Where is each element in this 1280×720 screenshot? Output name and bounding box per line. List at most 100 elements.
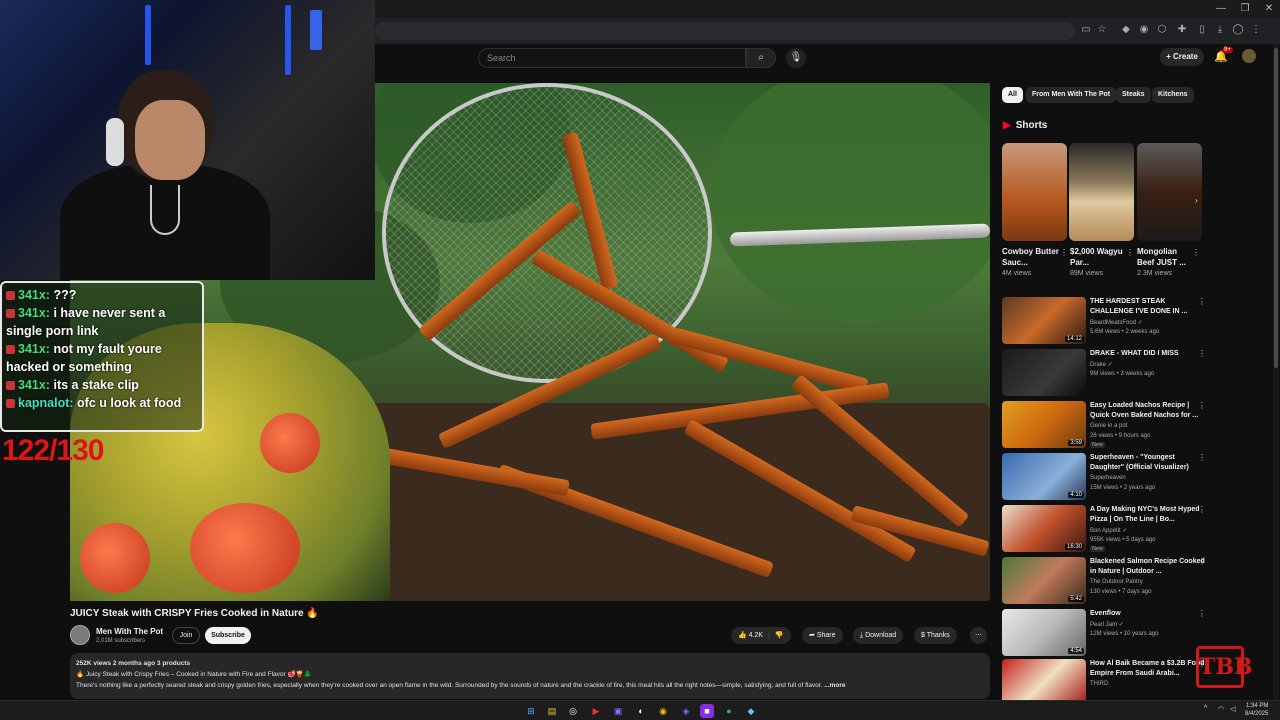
channel-name[interactable]: Bon Appétit ✓ <box>1090 527 1127 534</box>
wifi-icon[interactable]: ◠ <box>1218 705 1224 713</box>
minimize-icon[interactable]: — <box>1214 3 1228 14</box>
recommended-video[interactable]: DRAKE - WHAT DID I MISS Drake ✓ 9M views •… <box>1002 349 1272 397</box>
chip-steaks[interactable]: Steaks <box>1116 87 1151 103</box>
kebab-menu-icon[interactable]: ⋮ <box>1198 453 1206 462</box>
subscribe-button[interactable]: Subscribe <box>205 627 251 644</box>
discord-icon[interactable]: ◈ <box>679 704 693 718</box>
extension-icon[interactable]: ⬡ <box>1156 24 1168 36</box>
video-title[interactable]: A Day Making NYC's Most Hyped Pizza | On… <box>1090 505 1208 524</box>
short-thumbnail[interactable] <box>1002 143 1067 241</box>
kebab-menu-icon[interactable]: ⋮ <box>1198 505 1206 514</box>
kebab-menu-icon[interactable]: ⋮ <box>1198 401 1206 410</box>
search-button[interactable]: ⌕ <box>746 48 776 68</box>
app-icon[interactable]: ◎ <box>566 704 580 718</box>
recommended-video[interactable]: 4:10 Superheaven - "Youngest Daughter" (O… <box>1002 453 1272 501</box>
video-thumbnail[interactable]: 3:59 <box>1002 401 1086 448</box>
video-title[interactable]: Superheaven - "Youngest Daughter" (Offic… <box>1090 453 1208 472</box>
kebab-menu-icon[interactable]: ⋮ <box>1250 24 1262 36</box>
kebab-menu-icon[interactable]: ⋮ <box>1198 557 1206 566</box>
thumbs-down-icon[interactable]: 👎 <box>775 632 784 639</box>
file-explorer-icon[interactable]: ▤ <box>545 704 559 718</box>
more-actions-button[interactable]: ⋯ <box>970 627 987 644</box>
recommended-video[interactable]: 16:30 A Day Making NYC's Most Hyped Pizza… <box>1002 505 1272 553</box>
app-icon[interactable]: ▶ <box>589 704 603 718</box>
app-icon[interactable]: ◐ <box>634 704 648 718</box>
video-title[interactable]: How Al Baik Became a $3.2B Food Empire F… <box>1090 659 1208 678</box>
search-input[interactable]: Search <box>478 48 746 68</box>
channel-name[interactable]: Superheaven <box>1090 475 1126 481</box>
channel-name[interactable]: Men With The Pot <box>96 627 163 636</box>
video-title[interactable]: Evenflow <box>1090 609 1208 619</box>
create-button[interactable]: + Create <box>1160 48 1204 66</box>
share-button[interactable]: ➦ Share <box>802 627 843 644</box>
video-thumbnail[interactable]: 14:12 <box>1002 297 1086 344</box>
taskbar: ⊞ ▤ ◎ ▶ ▣ ◐ ◉ ◈ ■ ● ◆ ^ ◠ ◁ 1:34 PM 8/4/… <box>0 700 1280 720</box>
steam-icon[interactable]: ◆ <box>744 704 758 718</box>
channel-name[interactable]: The Outdoor Pantry <box>1090 579 1143 585</box>
short-thumbnail[interactable] <box>1137 143 1202 241</box>
short-title[interactable]: Cowboy Butter Sauc... <box>1002 246 1060 270</box>
kebab-menu-icon[interactable]: ⋮ <box>1192 248 1200 257</box>
recommended-video[interactable]: 3:59 Easy Loaded Nachos Recipe | Quick Ov… <box>1002 401 1272 449</box>
close-icon[interactable]: ✕ <box>1262 3 1276 14</box>
kebab-menu-icon[interactable]: ⋮ <box>1198 349 1206 358</box>
short-title[interactable]: $2,000 Wagyu Par... <box>1070 246 1128 270</box>
app-icon[interactable]: ■ <box>700 704 714 718</box>
download-button[interactable]: ⤓ Download <box>853 627 904 644</box>
chrome-icon[interactable]: ◉ <box>656 704 670 718</box>
join-button[interactable]: Join <box>172 627 200 644</box>
download-icon[interactable]: ⤓ <box>1214 24 1226 36</box>
channel-name[interactable]: BeardMeatsFood ✓ <box>1090 319 1143 326</box>
kebab-menu-icon[interactable]: ⋮ <box>1126 248 1134 257</box>
cast-icon[interactable]: ▭ <box>1080 24 1092 36</box>
chevron-right-icon[interactable]: › <box>1195 196 1198 205</box>
recommended-video[interactable]: 14:12 THE HARDEST STEAK CHALLENGE I'VE DO… <box>1002 297 1272 345</box>
kebab-menu-icon[interactable]: ⋮ <box>1198 609 1206 618</box>
chip-from-channel[interactable]: From Men With The Pot <box>1026 87 1117 103</box>
video-thumbnail[interactable]: 16:30 <box>1002 505 1086 552</box>
profile-icon[interactable]: ◯ <box>1232 24 1244 36</box>
video-description[interactable]: 252K views 2 months ago 3 products 🔥 Jui… <box>70 653 990 699</box>
restore-icon[interactable]: ❐ <box>1238 3 1252 14</box>
kebab-menu-icon[interactable]: ⋮ <box>1198 297 1206 306</box>
speaker-icon[interactable]: ◁ <box>1230 705 1235 713</box>
app-icon[interactable]: ▣ <box>611 704 625 718</box>
windows-start-icon[interactable]: ⊞ <box>524 704 538 718</box>
address-bar[interactable] <box>375 22 1075 40</box>
sidebar-icon[interactable]: ▯ <box>1196 24 1208 36</box>
channel-name[interactable]: Pearl Jam ✓ <box>1090 621 1124 628</box>
scrollbar-thumb[interactable] <box>1274 48 1278 368</box>
chip-kitchens[interactable]: Kitchens <box>1152 87 1194 103</box>
video-thumbnail[interactable] <box>1002 659 1086 706</box>
video-title[interactable]: THE HARDEST STEAK CHALLENGE I'VE DONE IN… <box>1090 297 1208 316</box>
video-title[interactable]: Easy Loaded Nachos Recipe | Quick Oven B… <box>1090 401 1208 420</box>
puzzle-icon[interactable]: ✚ <box>1176 24 1188 36</box>
thanks-button[interactable]: $ Thanks <box>914 627 957 644</box>
kebab-menu-icon[interactable]: ⋮ <box>1060 248 1068 257</box>
avatar[interactable] <box>1242 49 1256 63</box>
extension-icon[interactable]: ◆ <box>1120 24 1132 36</box>
channel-name[interactable]: Drake ✓ <box>1090 361 1113 368</box>
channel-name[interactable]: Genie in a pot <box>1090 423 1127 429</box>
voice-search-button[interactable]: 🎙 <box>786 48 806 68</box>
video-thumbnail[interactable]: 5:42 <box>1002 557 1086 604</box>
recommended-video[interactable]: 5:42 Blackened Salmon Recipe Cooked in Na… <box>1002 557 1272 605</box>
system-clock[interactable]: 1:34 PM 8/4/2025 <box>1245 702 1268 718</box>
video-thumbnail[interactable]: 4:10 <box>1002 453 1086 500</box>
more-link[interactable]: ...more <box>824 682 845 689</box>
like-button[interactable]: 👍 4.2K | 👎 <box>731 627 791 644</box>
video-title[interactable]: DRAKE - WHAT DID I MISS <box>1090 349 1208 359</box>
bookmark-star-icon[interactable]: ☆ <box>1096 24 1108 36</box>
channel-avatar[interactable] <box>70 625 90 645</box>
short-thumbnail[interactable] <box>1069 143 1134 241</box>
chat-badge-icon <box>6 345 15 355</box>
video-thumbnail[interactable] <box>1002 349 1086 396</box>
channel-name[interactable]: THIRD <box>1090 681 1108 687</box>
video-thumbnail[interactable]: 4:54 <box>1002 609 1086 656</box>
spotify-icon[interactable]: ● <box>722 704 736 718</box>
chevron-up-icon[interactable]: ^ <box>1204 705 1207 712</box>
extension-icon[interactable]: ◉ <box>1138 24 1150 36</box>
short-title[interactable]: Mongolian Beef JUST ... <box>1137 246 1195 270</box>
video-title[interactable]: Blackened Salmon Recipe Cooked in Nature… <box>1090 557 1208 576</box>
chip-all[interactable]: All <box>1002 87 1023 103</box>
